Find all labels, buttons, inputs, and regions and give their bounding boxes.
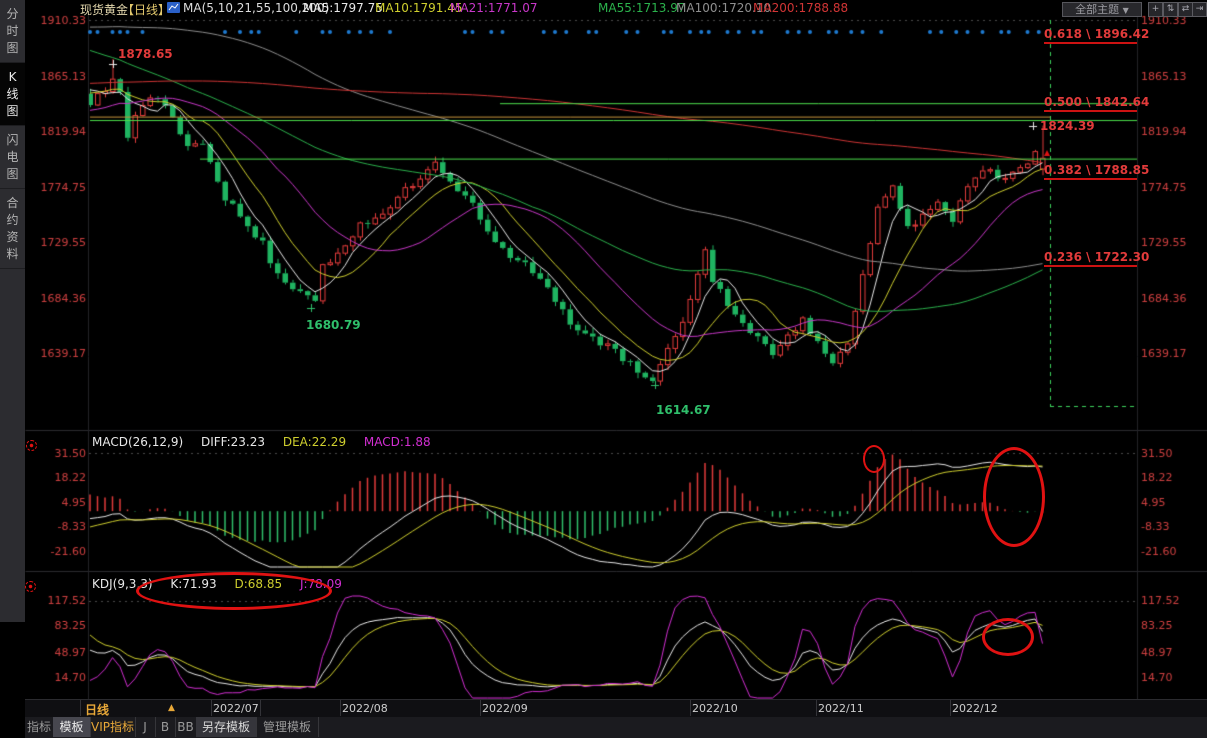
bottom-tab-bar: 指标模板VIP指标JBBB另存模板管理模板 (25, 717, 1207, 738)
fib-level-label-2: 0.382 \ 1788.85 (1044, 163, 1137, 180)
price-mark-label-0: 1878.65 (118, 47, 173, 61)
annotation-ellipse-3 (982, 618, 1034, 656)
fit-vertical-icon[interactable]: ⇅ (1163, 2, 1178, 17)
macd-diff-value: DIFF:23.23 (201, 435, 265, 449)
ma-value-5: MA200:1788.88 (753, 1, 848, 15)
month-label-3: 2022/10 (692, 702, 738, 715)
sidebar: 分时图K线图闪电图合约资料 (0, 0, 25, 622)
month-label-0: 2022/07 (213, 702, 259, 715)
month-tick (211, 700, 212, 716)
fib-level-label-0: 0.618 \ 1896.42 (1044, 27, 1137, 44)
tab-模板[interactable]: 模板 (53, 717, 91, 737)
triangle-up-icon[interactable]: ▲ (168, 703, 175, 713)
month-tick (690, 700, 691, 716)
ma-value-0: MA5:1797.75 (303, 1, 383, 15)
theme-dropdown-label: 全部主题 (1075, 3, 1119, 16)
sidebar-item-0[interactable]: 分时图 (0, 0, 25, 63)
tab-另存模板[interactable]: 另存模板 (196, 717, 257, 737)
macd-macd-value: MACD:1.88 (364, 435, 431, 449)
period-selector-label[interactable]: 日线 (85, 701, 109, 718)
price-mark-label-1: 1680.79 (306, 318, 361, 332)
annotation-ellipse-1 (863, 445, 885, 473)
fib-level-label-3: 0.236 \ 1722.30 (1044, 250, 1137, 267)
tab-管理模板[interactable]: 管理模板 (256, 717, 319, 737)
month-label-4: 2022/11 (818, 702, 864, 715)
crosshair-icon[interactable]: + (1148, 2, 1163, 17)
tab-BB[interactable]: BB (175, 717, 197, 737)
line-chart-icon (167, 2, 180, 13)
macd-dea-value: DEA:22.29 (283, 435, 346, 449)
kdj-settings-icon[interactable] (25, 581, 36, 592)
price-mark-label-3: 1824.39 (1040, 119, 1095, 133)
sidebar-item-2[interactable]: 闪电图 (0, 126, 25, 189)
sidebar-item-1[interactable]: K线图 (0, 63, 25, 126)
fit-horizontal-icon[interactable]: ⇄ (1178, 2, 1193, 17)
tab-B[interactable]: B (155, 717, 176, 737)
month-tick (340, 700, 341, 716)
date-cell-border (80, 700, 81, 716)
month-tick (950, 700, 951, 716)
chevron-down-icon: ▼ (1123, 6, 1129, 15)
sidebar-item-3[interactable]: 合约资料 (0, 189, 25, 269)
tab-VIP指标[interactable]: VIP指标 (90, 717, 136, 737)
month-tick (816, 700, 817, 716)
tab-指标[interactable]: 指标 (25, 717, 54, 737)
month-label-2: 2022/09 (482, 702, 528, 715)
period-title: 【日线】 (122, 1, 170, 18)
date-axis-row: 日线 ▲ 2022/07 2022/08 2022/09 2022/10 2022/11… (25, 699, 1207, 718)
macd-title: MACD(26,12,9) (92, 435, 183, 449)
date-cell-border (260, 700, 261, 716)
ma-value-2: MA21:1771.07 (450, 1, 538, 15)
macd-settings-icon[interactable] (26, 440, 37, 451)
app-window: 分时图K线图闪电图合约资料 现货黄金 【日线】 MA(5,10,21,55,10… (0, 0, 1207, 738)
month-label-1: 2022/08 (342, 702, 388, 715)
macd-header: MACD(26,12,9) DIFF:23.23 DEA:22.29 MACD:… (92, 435, 445, 449)
month-label-5: 2022/12 (952, 702, 998, 715)
annotation-ellipse-2 (983, 447, 1045, 547)
fib-level-label-1: 0.500 \ 1842.64 (1044, 95, 1137, 112)
month-tick (480, 700, 481, 716)
ma-value-3: MA55:1713.97 (598, 1, 686, 15)
price-mark-label-2: 1614.67 (656, 403, 711, 417)
symbol-title: 现货黄金 (80, 1, 128, 18)
annotation-ellipse-0 (136, 572, 332, 610)
theme-dropdown[interactable]: 全部主题 ▼ (1062, 2, 1142, 17)
tab-J[interactable]: J (135, 717, 156, 737)
shift-right-icon[interactable]: ⇥ (1192, 2, 1207, 17)
